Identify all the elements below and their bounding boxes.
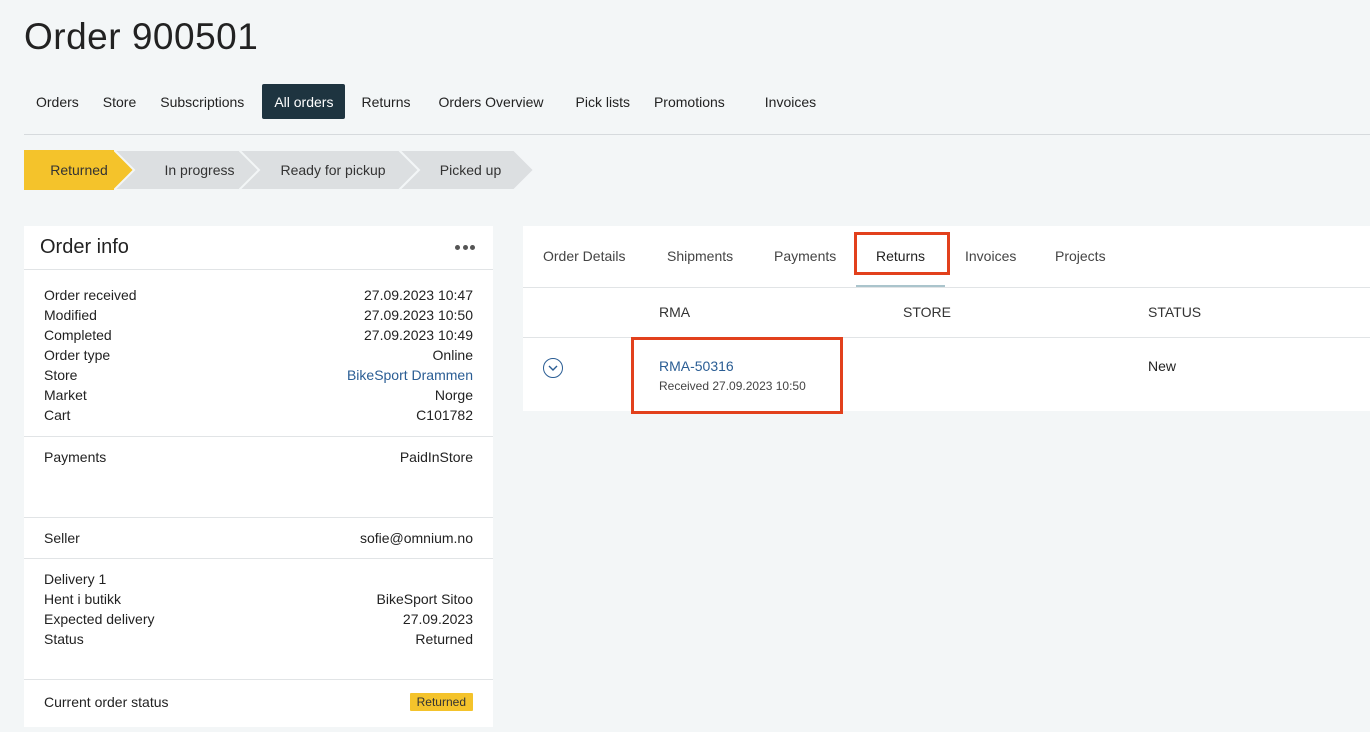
detail-row-order-type: Order type Online — [44, 347, 473, 363]
delivery-section: Delivery 1 Hent i butikk BikeSport Sitoo … — [24, 559, 493, 680]
chevron-down-icon[interactable] — [543, 358, 563, 378]
rma-status: New — [1148, 358, 1177, 374]
page-title: Order 900501 — [24, 16, 259, 57]
nav-item-orders-overview[interactable]: Orders Overview — [426, 84, 563, 119]
column-header-status: STATUS — [1148, 304, 1202, 320]
delivery-title: Delivery 1 — [44, 571, 107, 587]
column-header-store: STORE — [903, 304, 951, 320]
step-label: In progress — [164, 162, 235, 178]
detail-row-store: Store BikeSport Drammen — [44, 367, 473, 383]
nav-item-subscriptions[interactable]: Subscriptions — [148, 84, 262, 119]
tab-projects[interactable]: Projects — [1055, 226, 1106, 286]
store-link[interactable]: BikeSport Drammen — [347, 367, 473, 383]
nav-item-invoices[interactable]: Invoices — [753, 84, 828, 119]
seller-section: Seller sofie@omnium.no — [24, 518, 493, 559]
seller-row: Seller sofie@omnium.no — [44, 530, 473, 546]
active-tab-indicator — [856, 285, 945, 287]
details-tabs: Order Details Shipments Payments Returns… — [523, 226, 1370, 288]
step-label: Picked up — [439, 162, 502, 178]
payments-section: Payments PaidInStore — [24, 437, 493, 518]
nav-item-orders[interactable]: Orders — [24, 84, 91, 119]
step-ready-for-pickup: Ready for pickup — [239, 150, 419, 190]
step-picked-up: Picked up — [399, 150, 534, 190]
delivery-row-status: Status Returned — [44, 631, 473, 647]
delivery-row-method: Hent i butikk BikeSport Sitoo — [44, 591, 473, 607]
nav-item-promotions[interactable]: Promotions — [642, 84, 753, 119]
current-status-row: Current order status Returned — [44, 692, 473, 712]
nav-divider — [24, 134, 1370, 135]
order-info-card: Order info Order received 27.09.2023 10:4… — [24, 226, 493, 727]
column-header-rma: RMA — [659, 304, 691, 320]
tab-order-details[interactable]: Order Details — [543, 226, 625, 286]
nav-item-all-orders[interactable]: All orders — [262, 84, 346, 119]
returns-tab-highlight — [854, 232, 950, 275]
detail-row-modified: Modified 27.09.2023 10:50 — [44, 307, 473, 323]
order-details-panel: Order Details Shipments Payments Returns… — [523, 226, 1370, 414]
detail-row-completed: Completed 27.09.2023 10:49 — [44, 327, 473, 343]
detail-row-market: Market Norge — [44, 387, 473, 403]
nav-item-returns[interactable]: Returns — [345, 84, 426, 119]
payments-row: Payments PaidInStore — [44, 449, 473, 465]
nav-item-store[interactable]: Store — [91, 84, 148, 119]
tab-shipments[interactable]: Shipments — [667, 226, 733, 286]
delivery-row-expected: Expected delivery 27.09.2023 — [44, 611, 473, 627]
nav-item-pick-lists[interactable]: Pick lists — [564, 84, 642, 119]
detail-row-order-received: Order received 27.09.2023 10:47 — [44, 287, 473, 303]
order-info-title: Order info — [40, 236, 129, 258]
rma-highlight — [631, 337, 843, 414]
current-status-section: Current order status Returned — [24, 680, 493, 712]
more-options-icon[interactable] — [453, 238, 477, 258]
detail-row-cart: Cart C101782 — [44, 407, 473, 423]
order-info-header: Order info — [24, 226, 493, 270]
step-label: Ready for pickup — [280, 162, 386, 178]
order-details-section: Order received 27.09.2023 10:47 Modified 2… — [24, 270, 493, 437]
main-nav: Orders Store Subscriptions All orders Re… — [24, 84, 828, 119]
tab-payments[interactable]: Payments — [774, 226, 836, 286]
step-label: Returned — [50, 162, 108, 178]
tab-invoices[interactable]: Invoices — [965, 226, 1016, 286]
status-badge: Returned — [409, 693, 473, 711]
